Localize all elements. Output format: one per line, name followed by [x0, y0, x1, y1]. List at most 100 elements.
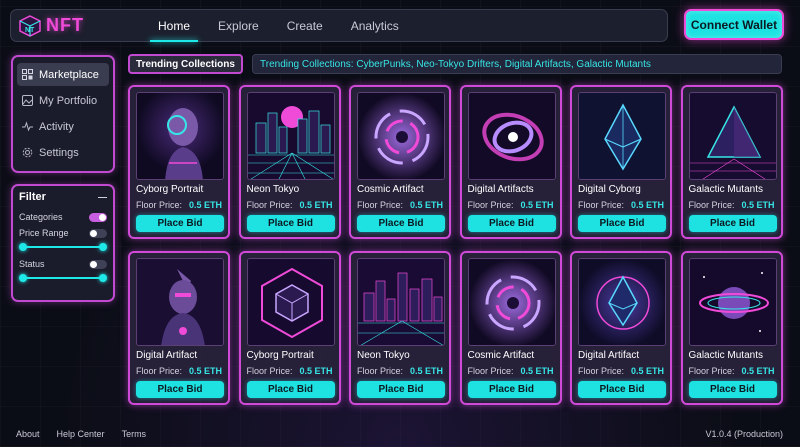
footer-link-about[interactable]: About [16, 429, 40, 439]
floor-price-label: Floor Price: [467, 200, 514, 210]
nav-explore[interactable]: Explore [204, 10, 273, 41]
filter-categories-row: Categories [19, 212, 107, 222]
place-bid-button[interactable]: Place Bid [688, 381, 777, 398]
slider-max-handle[interactable] [99, 243, 107, 251]
ethereum-crystal-art[interactable] [578, 92, 666, 180]
ethereum-glow-art[interactable] [578, 258, 666, 346]
floor-price-label: Floor Price: [357, 200, 404, 210]
footer-link-help[interactable]: Help Center [57, 429, 105, 439]
floor-price-value: 0.5 ETH [741, 366, 775, 376]
cyborg-portrait-art[interactable] [136, 92, 224, 180]
floor-price-value: 0.5 ETH [741, 200, 775, 210]
sidebar-item-activity[interactable]: Activity [17, 115, 109, 138]
price-range-toggle[interactable] [89, 228, 107, 238]
nft-name[interactable]: Galactic Mutants [689, 350, 775, 361]
floor-price-row: Floor Price: 0.5 ETH [136, 200, 222, 210]
place-bid-button[interactable]: Place Bid [578, 381, 666, 398]
nft-card[interactable]: Digital Artifacts Floor Price: 0.5 ETH P… [459, 85, 562, 239]
slider-min-handle[interactable] [19, 274, 27, 282]
floor-price-row: Floor Price: 0.5 ETH [689, 200, 775, 210]
logo[interactable]: NT NFT [19, 14, 129, 37]
floor-price-label: Floor Price: [136, 200, 183, 210]
place-bid-button[interactable]: Place Bid [136, 381, 224, 398]
floor-price-value: 0.5 ETH [520, 200, 554, 210]
slider-max-handle[interactable] [99, 274, 107, 282]
place-bid-button[interactable]: Place Bid [357, 215, 445, 232]
nav-create[interactable]: Create [273, 10, 337, 41]
neon-city-art[interactable] [246, 92, 335, 180]
nft-card[interactable]: Galactic Mutants Floor Price: 0.5 ETH Pl… [680, 85, 783, 239]
nft-card[interactable]: Cyborg Portrait Floor Price: 0.5 ETH Pla… [238, 251, 341, 405]
nft-name[interactable]: Cosmic Artifact [468, 350, 554, 361]
floor-price-value: 0.5 ETH [299, 366, 333, 376]
nav-home[interactable]: Home [144, 10, 204, 42]
filter-price-label: Price Range [19, 228, 69, 238]
place-bid-button[interactable]: Place Bid [357, 381, 445, 398]
place-bid-button[interactable]: Place Bid [578, 215, 666, 232]
nft-card[interactable]: Galactic Mutants Floor Price: 0.5 ETH Pl… [680, 251, 783, 405]
nft-card[interactable]: Digital Cyborg Floor Price: 0.5 ETH Plac… [570, 85, 672, 239]
sidebar-item-settings[interactable]: Settings [17, 141, 109, 164]
trending-label[interactable]: Trending Collections [128, 54, 243, 74]
floor-price-label: Floor Price: [578, 366, 625, 376]
floor-price-row: Floor Price: 0.5 ETH [357, 366, 443, 376]
place-bid-button[interactable]: Place Bid [246, 215, 335, 232]
collapse-icon[interactable] [98, 196, 107, 198]
grid-icon [22, 69, 33, 80]
nft-card[interactable]: Digital Artifact Floor Price: 0.5 ETH Pl… [570, 251, 672, 405]
planet-orbit-art[interactable] [688, 258, 777, 346]
filter-panel: Filter Categories Price Range Status [11, 184, 115, 302]
nft-name[interactable]: Digital Artifacts [468, 184, 554, 195]
status-slider[interactable] [19, 273, 107, 283]
floor-price-label: Floor Price: [136, 366, 183, 376]
nft-name[interactable]: Neon Tokyo [357, 350, 443, 361]
floor-price-label: Floor Price: [688, 366, 735, 376]
nft-name[interactable]: Digital Artifact [578, 350, 664, 361]
nft-card[interactable]: Cosmic Artifact Floor Price: 0.5 ETH Pla… [459, 251, 562, 405]
nft-name[interactable]: Neon Tokyo [247, 184, 333, 195]
place-bid-button[interactable]: Place Bid [136, 215, 224, 232]
cube-logo-icon: NT [19, 14, 41, 37]
connect-wallet-button[interactable]: Connect Wallet [684, 9, 784, 40]
sidebar-item-label: My Portfolio [39, 94, 98, 107]
nft-card[interactable]: Cosmic Artifact Floor Price: 0.5 ETH Pla… [349, 85, 451, 239]
floor-price-value: 0.5 ETH [299, 200, 333, 210]
filter-price-row: Price Range [19, 228, 107, 238]
trending-ticker[interactable]: Trending Collections: CyberPunks, Neo-To… [252, 54, 782, 74]
galaxy-swirl-art[interactable] [467, 92, 556, 180]
nft-card[interactable]: Neon Tokyo Floor Price: 0.5 ETH Place Bi… [238, 85, 341, 239]
nft-card[interactable]: Digital Artifact Floor Price: 0.5 ETH Pl… [128, 251, 230, 405]
nft-name[interactable]: Cyborg Portrait [247, 350, 333, 361]
robot-bust-art[interactable] [136, 258, 224, 346]
place-bid-button[interactable]: Place Bid [688, 215, 777, 232]
place-bid-button[interactable]: Place Bid [467, 215, 556, 232]
slider-min-handle[interactable] [19, 243, 27, 251]
sidebar-item-marketplace[interactable]: Marketplace [17, 63, 109, 86]
cosmic-swirl-art[interactable] [467, 258, 556, 346]
nft-name[interactable]: Cyborg Portrait [136, 184, 222, 195]
nft-name[interactable]: Digital Artifact [136, 350, 222, 361]
hex-cube-art[interactable] [246, 258, 335, 346]
cosmic-swirl-art[interactable] [357, 92, 445, 180]
place-bid-button[interactable]: Place Bid [246, 381, 335, 398]
categories-toggle[interactable] [89, 212, 107, 222]
price-range-slider[interactable] [19, 242, 107, 252]
logo-text: NFT [46, 15, 84, 35]
nft-card[interactable]: Cyborg Portrait Floor Price: 0.5 ETH Pla… [128, 85, 230, 239]
nft-name[interactable]: Digital Cyborg [578, 184, 664, 195]
sidebar-item-portfolio[interactable]: My Portfolio [17, 89, 109, 112]
place-bid-button[interactable]: Place Bid [467, 381, 556, 398]
nft-name[interactable]: Cosmic Artifact [357, 184, 443, 195]
ethereum-pyramid-art[interactable] [688, 92, 777, 180]
floor-price-value: 0.5 ETH [188, 366, 222, 376]
footer-link-terms[interactable]: Terms [122, 429, 147, 439]
filter-categories-label: Categories [19, 212, 63, 222]
neon-skyline-art[interactable] [357, 258, 445, 346]
svg-text:NT: NT [25, 27, 35, 34]
floor-price-row: Floor Price: 0.5 ETH [247, 200, 333, 210]
nft-name[interactable]: Galactic Mutants [689, 184, 775, 195]
status-toggle[interactable] [89, 259, 107, 269]
nft-card[interactable]: Neon Tokyo Floor Price: 0.5 ETH Place Bi… [349, 251, 451, 405]
nav-analytics[interactable]: Analytics [337, 10, 413, 41]
floor-price-value: 0.5 ETH [630, 366, 664, 376]
